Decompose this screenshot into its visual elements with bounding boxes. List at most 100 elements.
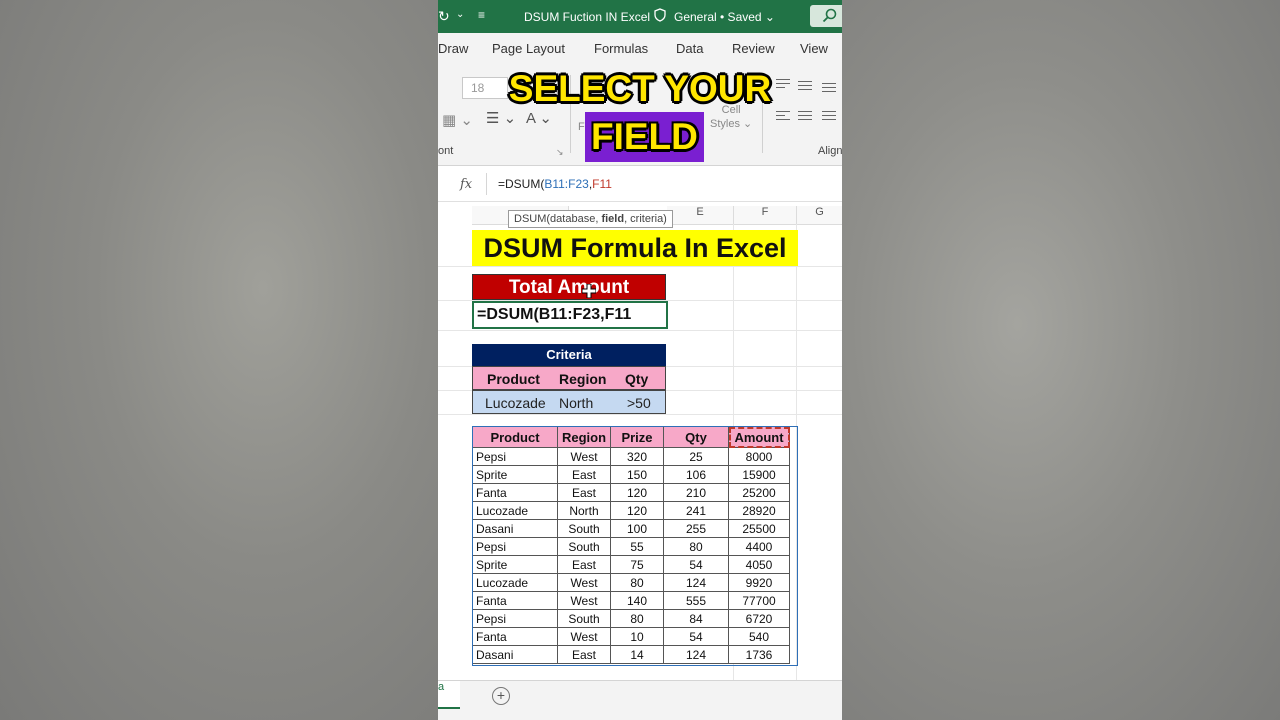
column-header-f[interactable]: F (734, 206, 797, 225)
cell-product[interactable]: Fanta (472, 627, 558, 646)
borders-icon[interactable]: ▦ ⌄ (442, 111, 473, 129)
tab-formulas[interactable]: Formulas (594, 41, 648, 56)
cell-product[interactable]: Sprite (472, 465, 558, 484)
cell-amount[interactable]: 4050 (728, 555, 790, 574)
document-title[interactable]: DSUM Fuction IN Excel (524, 10, 650, 24)
criteria-header-qty[interactable]: Qty (625, 371, 648, 387)
cell-prize[interactable]: 80 (610, 609, 664, 628)
sensitivity-status[interactable]: General • Saved ⌄ (674, 10, 775, 24)
formula-input[interactable]: =DSUM(B11:F23,F11 (498, 177, 612, 191)
fill-color-icon[interactable]: ☰ ⌄ (486, 109, 516, 127)
cell-region[interactable]: South (557, 519, 611, 538)
tab-view[interactable]: View (800, 41, 828, 56)
cell-prize[interactable]: 100 (610, 519, 664, 538)
cell-amount[interactable]: 540 (728, 627, 790, 646)
cell-region[interactable]: West (557, 591, 611, 610)
cell-prize[interactable]: 320 (610, 447, 664, 466)
cell-qty[interactable]: 124 (663, 573, 729, 592)
dialog-launcher-icon[interactable]: ↘ (556, 147, 564, 158)
header-product[interactable]: Product (472, 426, 558, 448)
header-region[interactable]: Region (557, 426, 611, 448)
cell-product[interactable]: Sprite (472, 555, 558, 574)
cell-product[interactable]: Fanta (472, 483, 558, 502)
cell-prize[interactable]: 14 (610, 645, 664, 664)
header-qty[interactable]: Qty (663, 426, 729, 448)
criteria-title[interactable]: Criteria (472, 344, 666, 366)
sheet-title[interactable]: DSUM Formula In Excel (472, 230, 798, 266)
header-prize[interactable]: Prize (610, 426, 664, 448)
cell-region[interactable]: South (557, 609, 611, 628)
insert-function-icon[interactable]: fx (460, 177, 472, 192)
align-center-icon[interactable] (798, 111, 812, 123)
sheet-tab-active[interactable]: a (438, 681, 460, 709)
cell-qty[interactable]: 124 (663, 645, 729, 664)
cell-product[interactable]: Dasani (472, 645, 558, 664)
tab-page-layout[interactable]: Page Layout (492, 41, 565, 56)
cell-amount[interactable]: 28920 (728, 501, 790, 520)
cell-qty[interactable]: 54 (663, 627, 729, 646)
cell-amount[interactable]: 25500 (728, 519, 790, 538)
search-button[interactable] (810, 5, 842, 27)
cell-region[interactable]: West (557, 627, 611, 646)
cell-prize[interactable]: 10 (610, 627, 664, 646)
cell-product[interactable]: Dasani (472, 519, 558, 538)
header-amount[interactable]: Amount (728, 426, 790, 448)
column-header-e[interactable]: E (667, 206, 734, 225)
worksheet[interactable]: E F G DSUM(database, field, criteria) DS… (438, 206, 842, 680)
cell-qty[interactable]: 80 (663, 537, 729, 556)
cell-amount[interactable]: 15900 (728, 465, 790, 484)
cell-amount[interactable]: 9920 (728, 573, 790, 592)
cell-prize[interactable]: 75 (610, 555, 664, 574)
active-formula-cell[interactable]: =DSUM(B11:F23,F11 (472, 301, 668, 329)
chevron-down-icon[interactable]: ⌄ (456, 9, 464, 20)
tab-draw[interactable]: Draw (438, 41, 468, 56)
cell-qty[interactable]: 555 (663, 591, 729, 610)
cell-region[interactable]: East (557, 645, 611, 664)
cell-qty[interactable]: 210 (663, 483, 729, 502)
customize-toolbar-icon[interactable]: ≡ (478, 8, 485, 22)
cell-qty[interactable]: 54 (663, 555, 729, 574)
cell-prize[interactable]: 120 (610, 501, 664, 520)
cell-qty[interactable]: 84 (663, 609, 729, 628)
cell-product[interactable]: Pepsi (472, 537, 558, 556)
cell-region[interactable]: East (557, 465, 611, 484)
add-sheet-button[interactable]: + (492, 687, 510, 705)
cell-region[interactable]: East (557, 483, 611, 502)
tab-data[interactable]: Data (676, 41, 703, 56)
column-header-g[interactable]: G (797, 206, 842, 225)
cell-product[interactable]: Pepsi (472, 447, 558, 466)
cell-qty[interactable]: 106 (663, 465, 729, 484)
align-right-icon[interactable] (822, 111, 836, 123)
cell-product[interactable]: Pepsi (472, 609, 558, 628)
criteria-header-region[interactable]: Region (559, 371, 606, 387)
cell-region[interactable]: North (557, 501, 611, 520)
font-color-icon[interactable]: A ⌄ (526, 109, 552, 127)
cell-qty[interactable]: 241 (663, 501, 729, 520)
cell-region[interactable]: South (557, 537, 611, 556)
criteria-value-qty[interactable]: >50 (627, 395, 651, 411)
cell-product[interactable]: Fanta (472, 591, 558, 610)
cell-amount[interactable]: 8000 (728, 447, 790, 466)
criteria-value-product[interactable]: Lucozade (485, 395, 546, 411)
cell-region[interactable]: West (557, 573, 611, 592)
cell-prize[interactable]: 150 (610, 465, 664, 484)
cell-prize[interactable]: 140 (610, 591, 664, 610)
cell-prize[interactable]: 55 (610, 537, 664, 556)
cell-product[interactable]: Lucozade (472, 573, 558, 592)
cell-amount[interactable]: 4400 (728, 537, 790, 556)
align-left-icon[interactable] (776, 111, 790, 123)
cell-region[interactable]: East (557, 555, 611, 574)
cell-qty[interactable]: 25 (663, 447, 729, 466)
criteria-value-region[interactable]: North (559, 395, 593, 411)
cell-product[interactable]: Lucozade (472, 501, 558, 520)
cell-region[interactable]: West (557, 447, 611, 466)
criteria-header-product[interactable]: Product (487, 371, 540, 387)
cell-amount[interactable]: 6720 (728, 609, 790, 628)
cell-amount[interactable]: 1736 (728, 645, 790, 664)
cell-qty[interactable]: 255 (663, 519, 729, 538)
cell-amount[interactable]: 77700 (728, 591, 790, 610)
total-amount-header[interactable]: Total Amount (472, 274, 666, 300)
cell-amount[interactable]: 25200 (728, 483, 790, 502)
tab-review[interactable]: Review (732, 41, 775, 56)
cell-prize[interactable]: 80 (610, 573, 664, 592)
